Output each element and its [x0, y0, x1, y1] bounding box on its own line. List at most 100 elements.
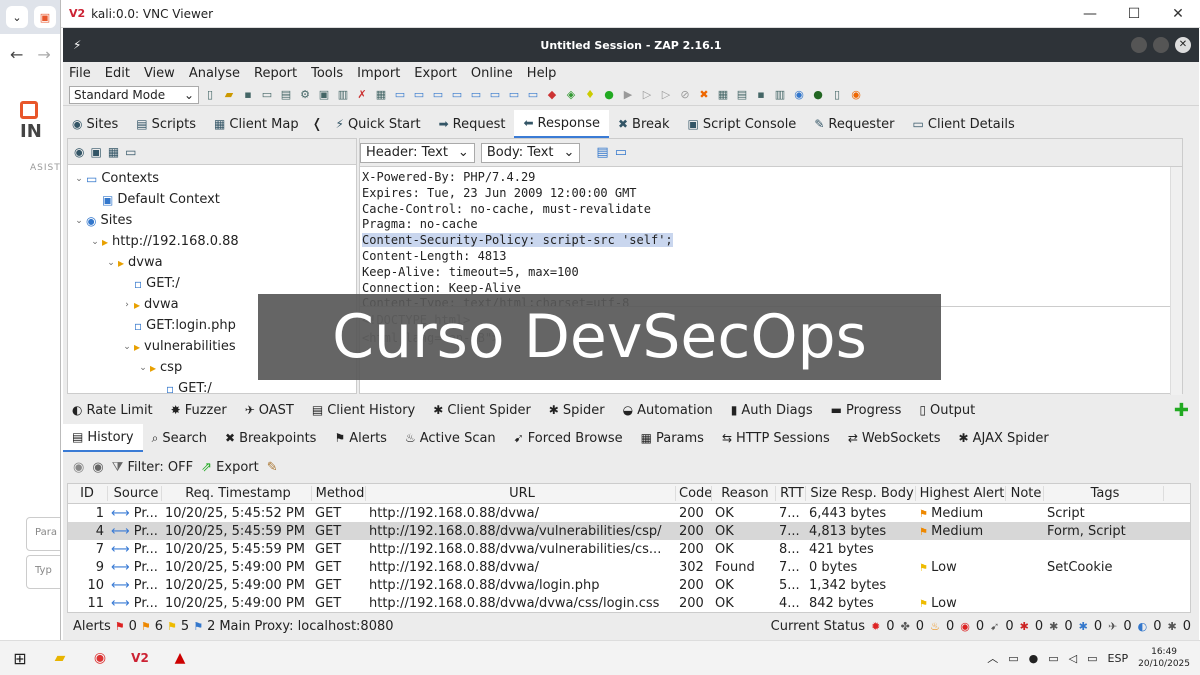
tab-history[interactable]: ▤ History: [63, 424, 143, 452]
stop-icon[interactable]: ▷: [658, 87, 674, 103]
tab-auth-diags[interactable]: ▮ Auth Diags: [722, 396, 822, 424]
tree-twisty-icon[interactable]: ⌄: [72, 174, 86, 184]
tab-forced-browse[interactable]: ➹ Forced Browse: [505, 424, 632, 452]
tree-node[interactable]: ▫ GET:/: [68, 273, 356, 294]
tab-oast[interactable]: ✈ OAST: [236, 396, 303, 424]
tree-twisty-icon[interactable]: ⌄: [72, 216, 86, 226]
filter-button[interactable]: ⧩ Filter: OFF: [112, 460, 193, 475]
tab-script-console[interactable]: ▣ Script Console: [679, 110, 806, 138]
column-header[interactable]: Size Resp. Body: [806, 486, 916, 501]
panel-8-icon[interactable]: ▭: [525, 87, 541, 103]
table-row[interactable]: 4 ⟷ Pr... 10/20/25, 5:45:59 PM GET http://19…: [68, 522, 1190, 540]
drop-icon[interactable]: ⊘: [677, 87, 693, 103]
tab-view-icon[interactable]: ▭: [615, 145, 627, 160]
tab-http-sessions[interactable]: ⇆ HTTP Sessions: [713, 424, 839, 452]
layout-3-icon[interactable]: ▦: [373, 87, 389, 103]
snapshot-icon[interactable]: ▭: [259, 87, 275, 103]
layout-2-icon[interactable]: ▥: [335, 87, 351, 103]
display-icon[interactable]: ▭: [1087, 652, 1097, 665]
header-format-select[interactable]: Header: Text ⌄: [360, 142, 475, 163]
tree-node[interactable]: ⌄ ▭ Contexts: [68, 168, 356, 189]
forward-icon[interactable]: →: [37, 45, 50, 64]
zap-maximize-icon[interactable]: [1153, 37, 1169, 53]
page-icon[interactable]: ▯: [829, 87, 845, 103]
menu-analyse[interactable]: Analyse: [189, 66, 240, 81]
tab-client-history[interactable]: ▤ Client History: [303, 396, 424, 424]
menu-report[interactable]: Report: [254, 66, 297, 81]
tab-quick-start[interactable]: ⚡ Quick Start: [327, 110, 430, 138]
tab-websockets[interactable]: ⇄ WebSockets: [839, 424, 950, 452]
panel-3-icon[interactable]: ▭: [430, 87, 446, 103]
menu-online[interactable]: Online: [471, 66, 513, 81]
zap-close-icon[interactable]: ✕: [1175, 37, 1191, 53]
column-header[interactable]: Source: [108, 486, 162, 501]
tree-node[interactable]: ⌄ ▸ dvwa: [68, 252, 356, 273]
back-icon[interactable]: ←: [10, 45, 23, 64]
tab-scripts[interactable]: ▤ Scripts: [127, 110, 205, 138]
tree-twisty-icon[interactable]: ⌄: [104, 258, 118, 268]
table-row[interactable]: 10 ⟷ Pr... 10/20/25, 5:49:00 PM GET http://1…: [68, 576, 1190, 594]
panel-5-icon[interactable]: ▭: [468, 87, 484, 103]
column-header[interactable]: Reason: [712, 486, 776, 501]
import-context-icon[interactable]: ▦: [108, 145, 119, 159]
export-button[interactable]: ⇗ Export: [201, 460, 259, 475]
tray-chevron-icon[interactable]: ︿: [987, 650, 998, 666]
table-row[interactable]: 1 ⟷ Pr... 10/20/25, 5:45:52 PM GET http://19…: [68, 504, 1190, 522]
column-header[interactable]: Note: [1006, 486, 1044, 501]
addons-icon[interactable]: ◆: [544, 87, 560, 103]
column-header[interactable]: URL: [366, 486, 676, 501]
tab-search[interactable]: ⌕ Search: [143, 424, 216, 452]
tab-active-scan[interactable]: ♨ Active Scan: [396, 424, 505, 452]
tab-scroll-icon[interactable]: ❬: [312, 117, 323, 132]
export-context-icon[interactable]: ▭: [125, 145, 136, 159]
language-indicator[interactable]: ESP: [1108, 652, 1129, 665]
toggle-scope-icon[interactable]: ◉: [74, 145, 84, 159]
panel-7-icon[interactable]: ▭: [506, 87, 522, 103]
column-header[interactable]: Tags: [1044, 486, 1164, 501]
table-row[interactable]: 7 ⟷ Pr... 10/20/25, 5:45:59 PM GET http://19…: [68, 540, 1190, 558]
tab-break[interactable]: ✖ Break: [609, 110, 679, 138]
menu-file[interactable]: File: [69, 66, 91, 81]
tree-twisty-icon[interactable]: ⌄: [136, 363, 150, 373]
mic-icon[interactable]: ●: [1029, 652, 1039, 665]
add-tab-icon[interactable]: ✚: [1174, 400, 1189, 421]
menu-import[interactable]: Import: [357, 66, 400, 81]
properties-icon[interactable]: ▤: [278, 87, 294, 103]
table-row[interactable]: 11 ⟷ Pr... 10/20/25, 5:49:00 PM GET http://1…: [68, 594, 1190, 612]
menu-export[interactable]: Export: [414, 66, 457, 81]
column-header[interactable]: Method: [312, 486, 366, 501]
delete-icon[interactable]: ✗: [354, 87, 370, 103]
menu-edit[interactable]: Edit: [105, 66, 130, 81]
tab-dropdown-icon[interactable]: ⌄: [6, 6, 28, 28]
panel-2-icon[interactable]: ▭: [411, 87, 427, 103]
volume-icon[interactable]: ◁: [1069, 652, 1077, 665]
step-icon[interactable]: ▶: [620, 87, 636, 103]
fuzz-icon[interactable]: ▦: [715, 87, 731, 103]
firefox-icon[interactable]: ◉: [848, 87, 864, 103]
column-header[interactable]: RTT: [776, 486, 806, 501]
add-context-icon[interactable]: ▣: [90, 145, 101, 159]
windows-start-icon[interactable]: ⊞: [0, 649, 40, 668]
tab-params[interactable]: ▦ Params: [632, 424, 713, 452]
maximize-icon[interactable]: ☐: [1112, 6, 1156, 22]
break-on-icon[interactable]: ●: [601, 87, 617, 103]
panel-6-icon[interactable]: ▭: [487, 87, 503, 103]
tab-client-details[interactable]: ▭ Client Details: [904, 110, 1024, 138]
minimize-icon[interactable]: —: [1068, 6, 1112, 22]
column-header[interactable]: ID: [68, 486, 108, 501]
file-explorer-icon[interactable]: ▰: [40, 643, 80, 673]
browser-tab-icon[interactable]: ▣: [34, 6, 56, 28]
tab-sites[interactable]: ◉ Sites: [63, 110, 127, 138]
tree-twisty-icon[interactable]: ›: [120, 300, 134, 310]
encode-icon[interactable]: ▤: [734, 87, 750, 103]
tree-node[interactable]: ▣ Default Context: [68, 189, 356, 210]
tree-twisty-icon[interactable]: ⌄: [120, 342, 134, 352]
tab-alerts[interactable]: ⚑ Alerts: [325, 424, 395, 452]
tab-spider[interactable]: ✱ Spider: [540, 396, 614, 424]
tab-client-spider[interactable]: ✱ Client Spider: [424, 396, 540, 424]
split-view-icon[interactable]: ▤: [596, 145, 608, 160]
tab-requester[interactable]: ✎ Requester: [805, 110, 903, 138]
panel-4-icon[interactable]: ▭: [449, 87, 465, 103]
response-headers[interactable]: X-Powered-By: PHP/7.4.29 Expires: Tue, 23…: [360, 167, 1182, 307]
response-scrollbar[interactable]: [1170, 167, 1182, 395]
